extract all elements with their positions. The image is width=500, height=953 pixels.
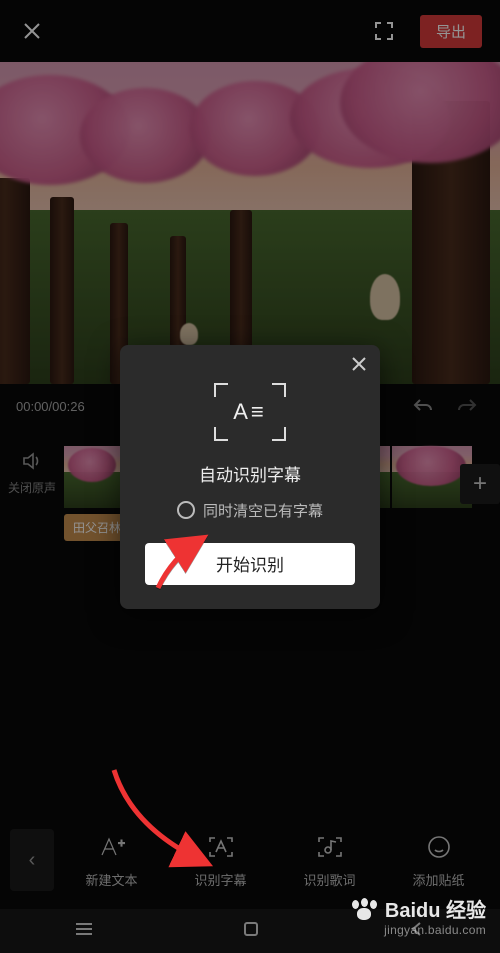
checkbox-label: 同时清空已有字幕 [203, 500, 323, 521]
auto-subtitle-modal: A≡ 自动识别字幕 同时清空已有字幕 开始识别 [120, 345, 380, 609]
modal-title: 自动识别字幕 [199, 461, 301, 486]
start-recognize-button[interactable]: 开始识别 [145, 543, 355, 585]
radio-icon [177, 501, 195, 519]
clear-existing-checkbox[interactable]: 同时清空已有字幕 [177, 500, 323, 521]
watermark: Baidu 经验 jingyan.baidu.com [349, 894, 486, 937]
modal-close-icon[interactable] [350, 355, 368, 379]
baidu-paw-icon [349, 898, 379, 920]
scan-icon: A≡ [214, 383, 286, 441]
